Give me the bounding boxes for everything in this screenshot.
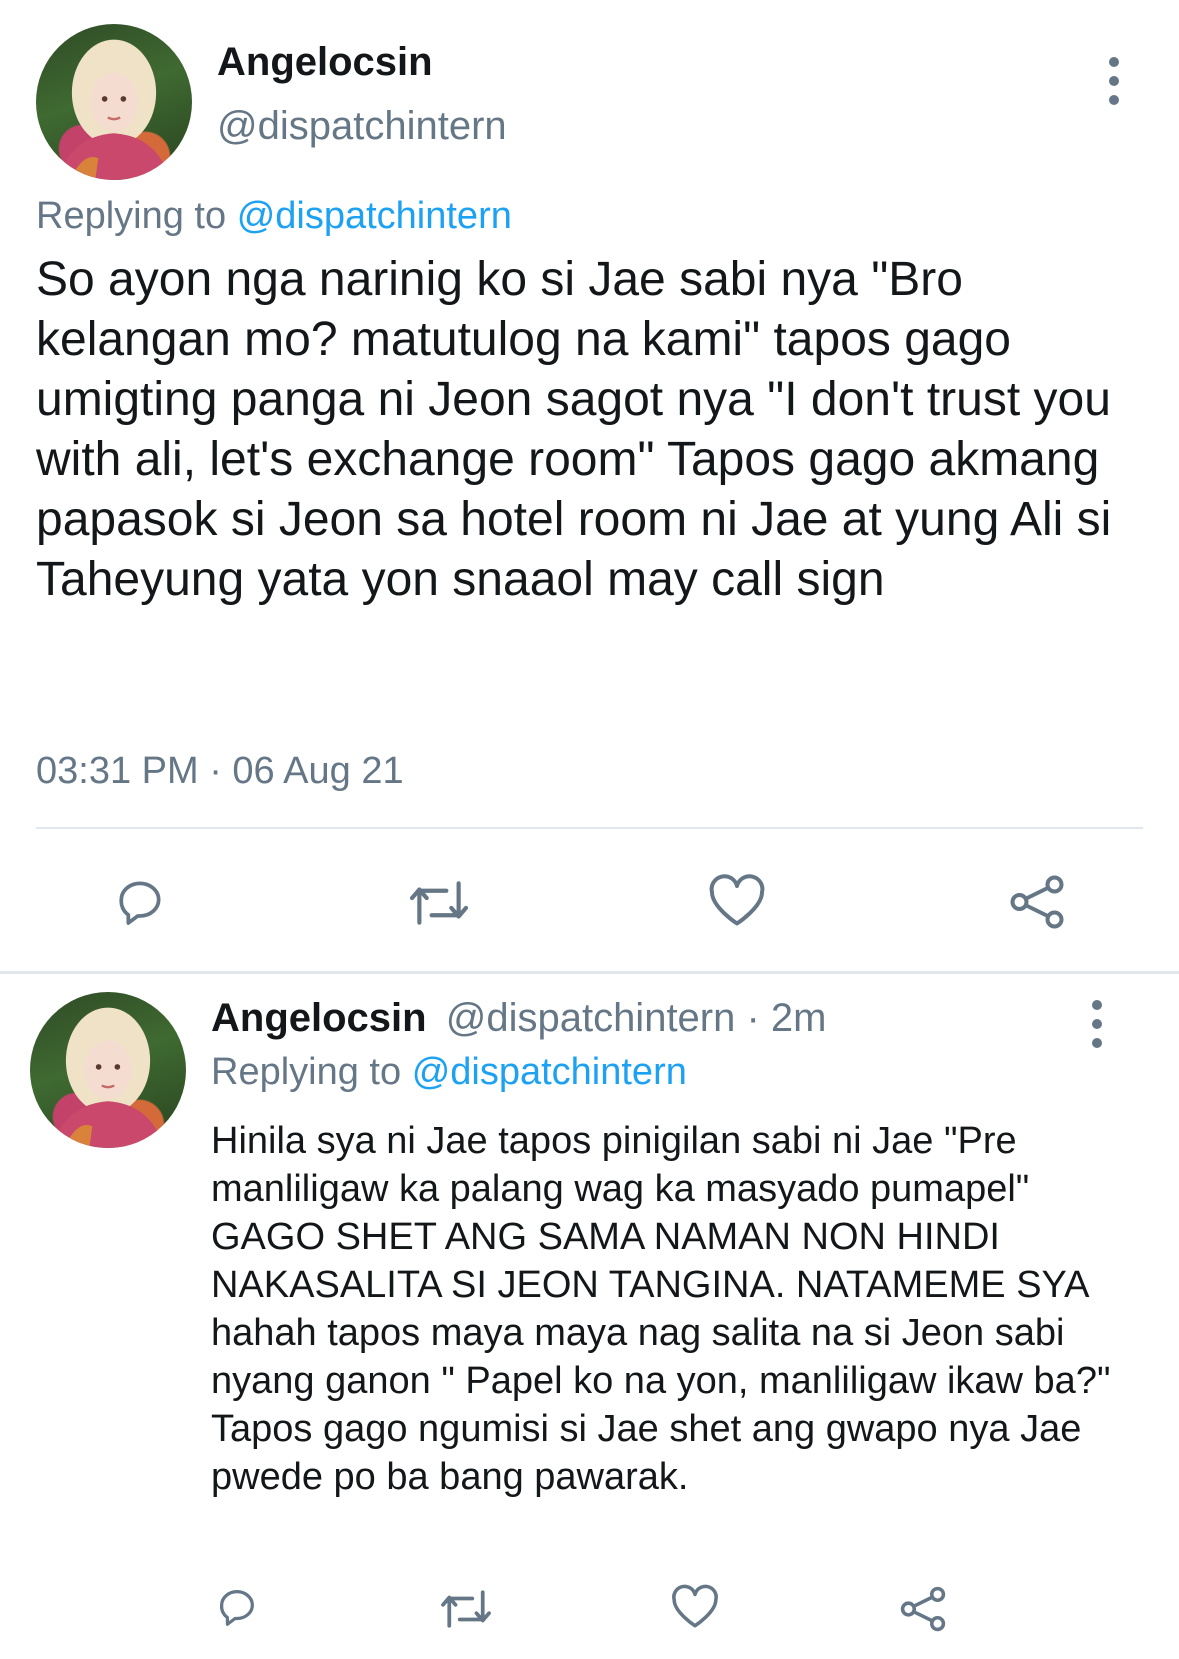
reply-button[interactable] [213, 1584, 261, 1630]
share-icon [1010, 875, 1064, 929]
like-button[interactable] [670, 1584, 720, 1630]
divider [36, 827, 1143, 829]
share-icon [900, 1586, 946, 1632]
tweet-text: Hinila sya ni Jae tapos pinigilan sabi n… [211, 1120, 1111, 1498]
section-divider [0, 971, 1179, 974]
share-button[interactable] [1007, 872, 1067, 932]
timestamp[interactable]: 03:31 PM · 06 Aug 21 [36, 750, 404, 793]
reply-icon [119, 881, 161, 925]
more-options-icon[interactable] [1082, 1000, 1112, 1066]
display-name[interactable]: Angelocsin [211, 996, 427, 1040]
mention-link[interactable]: @dispatchintern [237, 195, 512, 237]
replying-prefix: Replying to [211, 1051, 402, 1093]
reply-button[interactable] [111, 874, 169, 930]
like-button[interactable] [707, 873, 767, 929]
retweet-button[interactable] [406, 876, 472, 930]
share-button[interactable] [898, 1584, 948, 1634]
handle[interactable]: @dispatchintern [446, 996, 736, 1040]
avatar[interactable] [36, 24, 192, 180]
replying-prefix: Replying to [36, 195, 227, 237]
reply-header: Angelocsin @dispatchintern · 2m [211, 996, 827, 1041]
retweet-icon [441, 1590, 491, 1628]
like-icon [709, 874, 765, 926]
more-options-icon[interactable] [1099, 57, 1129, 123]
handle[interactable]: @dispatchintern [217, 104, 507, 149]
tweet-text: So ayon nga narinig ko si Jae sabi nya "… [36, 253, 1112, 606]
mention-link[interactable]: @dispatchintern [412, 1051, 687, 1093]
replying-to: Replying to @dispatchintern [211, 1051, 687, 1094]
profile-photo [51, 1007, 165, 1148]
like-icon [672, 1584, 718, 1628]
display-name[interactable]: Angelocsin [217, 40, 433, 85]
replying-to: Replying to @dispatchintern [36, 195, 512, 238]
profile-photo [57, 39, 171, 180]
retweet-button[interactable] [438, 1586, 494, 1632]
time-ago: · 2m [746, 996, 827, 1040]
reply-icon [220, 1590, 254, 1626]
avatar[interactable] [30, 992, 186, 1148]
retweet-icon [409, 881, 469, 925]
